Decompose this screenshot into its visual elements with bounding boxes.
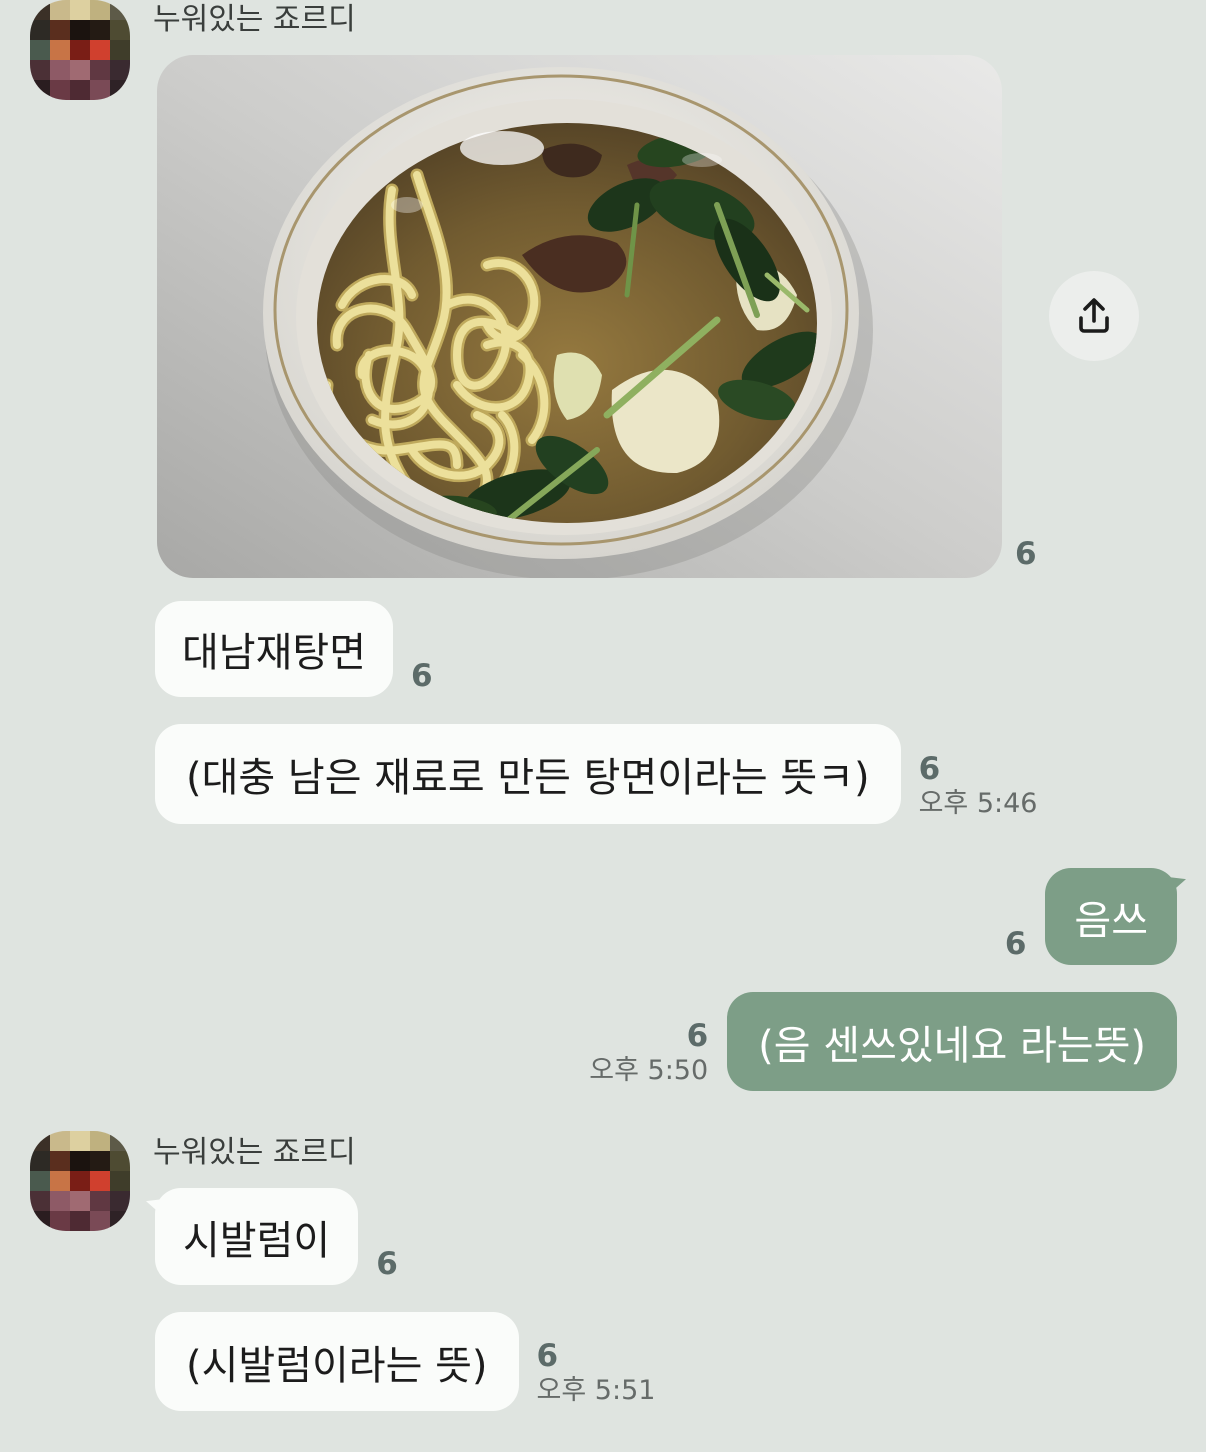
- noodle-soup-image: [157, 55, 1002, 578]
- message-row: 6 오후 5:50 (음 센쓰있네요 라는뜻): [589, 992, 1177, 1091]
- message-row: 시발럼이 6: [155, 1188, 398, 1285]
- timestamp: 오후 5:51: [536, 1375, 656, 1406]
- timestamp: 오후 5:50: [589, 1055, 709, 1086]
- share-button[interactable]: [1049, 271, 1139, 361]
- unread-count: 6: [1004, 926, 1027, 962]
- unread-count: 6: [536, 1338, 559, 1374]
- message-row: (대충 남은 재료로 만든 탕면이라는 뜻ㅋ) 6 오후 5:46: [155, 724, 1038, 824]
- message-meta: 6 오후 5:50: [589, 1018, 708, 1091]
- avatar-image: [30, 0, 130, 100]
- sender-name: 누워있는 죠르디: [153, 1135, 356, 1170]
- message-bubble[interactable]: 시발럼이: [155, 1188, 359, 1285]
- sender-name: 누워있는 죠르디: [153, 2, 356, 37]
- unread-count: 6: [376, 1246, 398, 1282]
- message-row: 6 음쓰: [1005, 868, 1177, 965]
- message-meta: 6: [1005, 926, 1027, 965]
- photo-message: 6: [157, 55, 1037, 578]
- unread-count: 6: [411, 658, 433, 694]
- sender-avatar[interactable]: [30, 1131, 130, 1231]
- message-meta: 6 오후 5:46: [919, 751, 1038, 824]
- message-meta: 6 오후 5:51: [537, 1338, 656, 1411]
- message-bubble[interactable]: (시발럼이라는 뜻): [155, 1312, 519, 1411]
- message-bubble[interactable]: 대남재탕면: [155, 601, 393, 697]
- photo-meta: 6: [1015, 536, 1037, 578]
- message-meta: 6: [376, 1246, 398, 1285]
- food-photo[interactable]: [157, 55, 1002, 578]
- upload-icon: [1079, 298, 1109, 333]
- message-meta: 6: [411, 658, 433, 697]
- sender-avatar[interactable]: [30, 0, 130, 100]
- message-row: (시발럼이라는 뜻) 6 오후 5:51: [155, 1312, 655, 1411]
- unread-count: 6: [1015, 536, 1037, 572]
- avatar-image: [30, 1131, 130, 1231]
- timestamp: 오후 5:46: [918, 788, 1038, 819]
- my-message-bubble[interactable]: 음쓰: [1045, 868, 1177, 965]
- unread-count: 6: [918, 751, 941, 787]
- unread-count: 6: [686, 1018, 709, 1054]
- message-bubble[interactable]: (대충 남은 재료로 만든 탕면이라는 뜻ㅋ): [155, 724, 901, 824]
- message-row: 대남재탕면 6: [155, 601, 433, 697]
- my-message-bubble[interactable]: (음 센쓰있네요 라는뜻): [727, 992, 1177, 1091]
